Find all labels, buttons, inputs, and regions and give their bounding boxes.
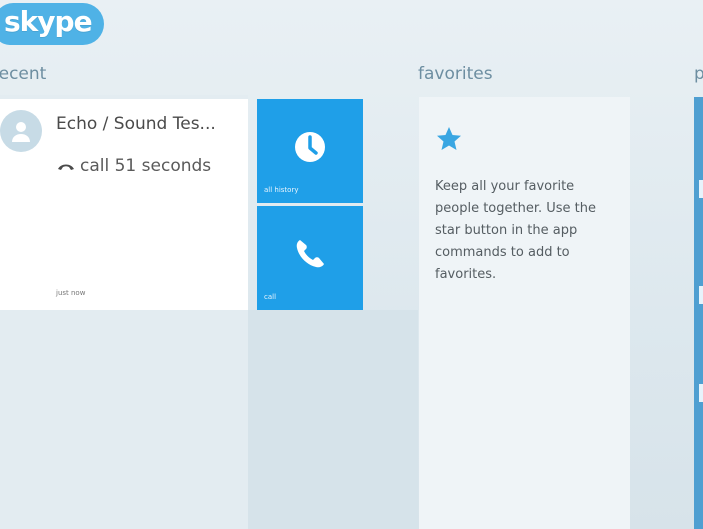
star-icon <box>437 127 461 150</box>
skype-home-screen: skype recent favorites p Echo / Sound Te… <box>0 0 703 529</box>
recent-actions: all history call <box>257 99 363 310</box>
favorites-section-title: favorites <box>418 64 493 84</box>
favorites-empty-text: Keep all your favorite people together. … <box>435 179 597 282</box>
recent-section-title: recent <box>0 64 47 84</box>
contact-name: Echo / Sound Tes... <box>56 114 216 134</box>
call-label: call <box>264 293 277 301</box>
person-icon <box>12 122 30 142</box>
phone-icon <box>296 240 324 268</box>
call-button[interactable]: call <box>257 206 363 310</box>
clock-icon <box>295 132 325 162</box>
all-history-label: all history <box>264 186 299 194</box>
call-summary-text: call 51 seconds <box>80 156 212 176</box>
skype-logo: skype <box>0 3 104 45</box>
call-time-ago: just now <box>56 289 86 297</box>
favorites-panel <box>419 97 630 529</box>
phone-hangup-icon <box>58 164 74 170</box>
people-panel[interactable] <box>694 97 703 529</box>
people-item-marker <box>699 286 703 304</box>
call-summary: call 51 seconds <box>56 156 211 176</box>
skype-logo-text: skype <box>0 3 104 45</box>
recent-panel-shadow <box>248 310 418 529</box>
all-history-button[interactable]: all history <box>257 99 363 203</box>
contact-avatar <box>0 110 42 152</box>
people-section-title: p <box>694 64 703 84</box>
people-item-marker <box>699 180 703 198</box>
people-item-marker <box>699 384 703 402</box>
